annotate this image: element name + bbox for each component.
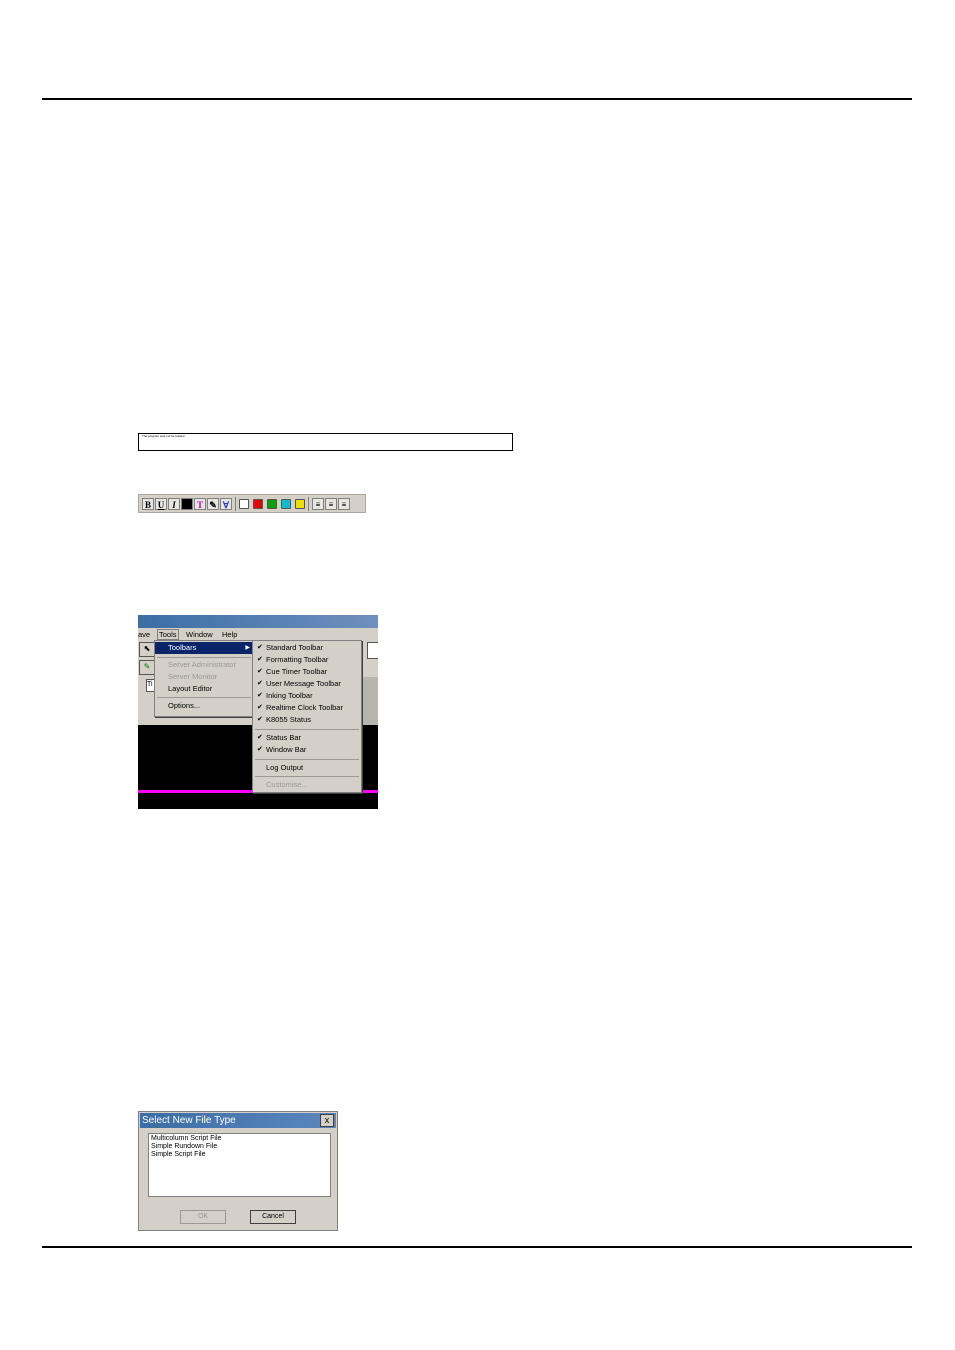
menu-help[interactable]: Help <box>222 630 237 639</box>
check-icon: ✔ <box>257 644 263 651</box>
check-icon: ✔ <box>257 704 263 711</box>
list-item[interactable]: Simple Script File <box>151 1151 328 1159</box>
options-menu-item[interactable]: Options... <box>155 700 200 712</box>
color-cyan-swatch[interactable] <box>281 498 291 509</box>
submenu-item-realtime-clock[interactable]: ✔ Realtime Clock Toolbar <box>253 702 361 714</box>
pointer-button-icon[interactable]: ⬉ <box>139 642 155 657</box>
header-rule <box>42 98 912 100</box>
submenu-item-k8055[interactable]: ✔ K8055 Status <box>253 714 361 726</box>
window-titlebar <box>138 615 378 628</box>
menu-separator <box>255 759 359 760</box>
menu-save-partial[interactable]: ave <box>138 630 150 639</box>
color-green-swatch[interactable] <box>267 498 277 509</box>
tools-menu-screenshot: ave Tools Window Help ⬉ ✎ Ti Toolbars ▶ … <box>138 615 378 809</box>
color-red-swatch[interactable] <box>253 498 263 509</box>
pen-icon[interactable]: ✎ <box>207 497 219 510</box>
status-bar-strip: The program was not be loaded <box>138 433 513 451</box>
file-type-list: Multicolumn Script File Simple Rundown F… <box>148 1133 331 1197</box>
color-white-swatch[interactable] <box>239 498 249 509</box>
edit-button-icon[interactable]: ✎ <box>139 660 155 675</box>
highlight-icon[interactable] <box>181 497 193 510</box>
check-icon: ✔ <box>257 716 263 723</box>
toolbars-menu-item[interactable]: Toolbars ▶ <box>155 642 253 654</box>
menu-tools[interactable]: Tools <box>157 629 179 640</box>
submenu-item-cue-timer[interactable]: ✔ Cue Timer Toolbar <box>253 666 361 678</box>
submenu-item-customise[interactable]: Customise... <box>253 779 308 791</box>
check-icon: ✔ <box>257 746 263 753</box>
align-right-icon[interactable]: ≡ <box>338 497 350 510</box>
select-file-type-dialog: Select New File Type x Multicolumn Scrip… <box>138 1111 338 1231</box>
submenu-item-formatting[interactable]: ✔ Formatting Toolbar <box>253 654 361 666</box>
submenu-item-standard[interactable]: ✔ Standard Toolbar <box>253 642 361 654</box>
cancel-button[interactable]: Cancel <box>250 1210 296 1224</box>
menu-window[interactable]: Window <box>186 630 213 639</box>
menu-separator <box>255 776 359 777</box>
align-center-icon[interactable]: ≡ <box>325 497 337 510</box>
menu-bar: ave Tools Window Help <box>138 628 378 640</box>
server-admin-menu-item[interactable]: Server Administrator <box>155 659 236 671</box>
server-monitor-menu-item[interactable]: Server Monitor <box>155 671 217 683</box>
check-icon: ✔ <box>257 656 263 663</box>
tools-dropdown: Toolbars ▶ Server Administrator Server M… <box>154 640 254 717</box>
submenu-item-window-bar[interactable]: ✔ Window Bar <box>253 744 361 756</box>
font-color-icon[interactable]: T <box>194 497 206 510</box>
separator <box>308 496 309 511</box>
submenu-item-inking[interactable]: ✔ Inking Toolbar <box>253 690 361 702</box>
formatting-toolbar: B U I T ✎ ∀ ≡ ≡ ≡ <box>138 494 366 513</box>
submenu-item-status-bar[interactable]: ✔ Status Bar <box>253 732 361 744</box>
right-strip <box>362 677 378 725</box>
menu-separator <box>157 657 251 658</box>
underline-button[interactable]: U <box>155 497 167 510</box>
menu-separator <box>157 697 251 698</box>
list-item[interactable]: Multicolumn Script File <box>151 1135 328 1143</box>
check-icon: ✔ <box>257 734 263 741</box>
check-icon: ✔ <box>257 680 263 687</box>
submenu-item-log-output[interactable]: Log Output <box>253 762 303 774</box>
tab-field-label: Ti <box>147 681 153 688</box>
status-text: The program was not be loaded <box>142 434 185 438</box>
italic-button[interactable]: I <box>168 497 180 510</box>
submenu-arrow-icon: ▶ <box>245 645 250 651</box>
dialog-title: Select New File Type <box>140 1113 336 1128</box>
separator <box>235 496 236 511</box>
toolbars-submenu: ✔ Standard Toolbar ✔ Formatting Toolbar … <box>252 640 362 793</box>
align-left-icon[interactable]: ≡ <box>312 497 324 510</box>
bold-button[interactable]: B <box>142 497 154 510</box>
close-icon[interactable]: x <box>320 1114 334 1127</box>
right-field[interactable] <box>367 642 378 659</box>
submenu-item-user-message[interactable]: ✔ User Message Toolbar <box>253 678 361 690</box>
menu-separator <box>255 729 359 730</box>
check-icon: ✔ <box>257 668 263 675</box>
ok-button[interactable]: OK <box>180 1210 226 1224</box>
footer-rule <box>42 1246 912 1248</box>
check-icon: ✔ <box>257 692 263 699</box>
list-item[interactable]: Simple Rundown File <box>151 1143 328 1151</box>
layout-editor-menu-item[interactable]: Layout Editor <box>155 683 212 695</box>
color-yellow-swatch[interactable] <box>295 498 305 509</box>
mirror-icon[interactable]: ∀ <box>220 497 232 510</box>
